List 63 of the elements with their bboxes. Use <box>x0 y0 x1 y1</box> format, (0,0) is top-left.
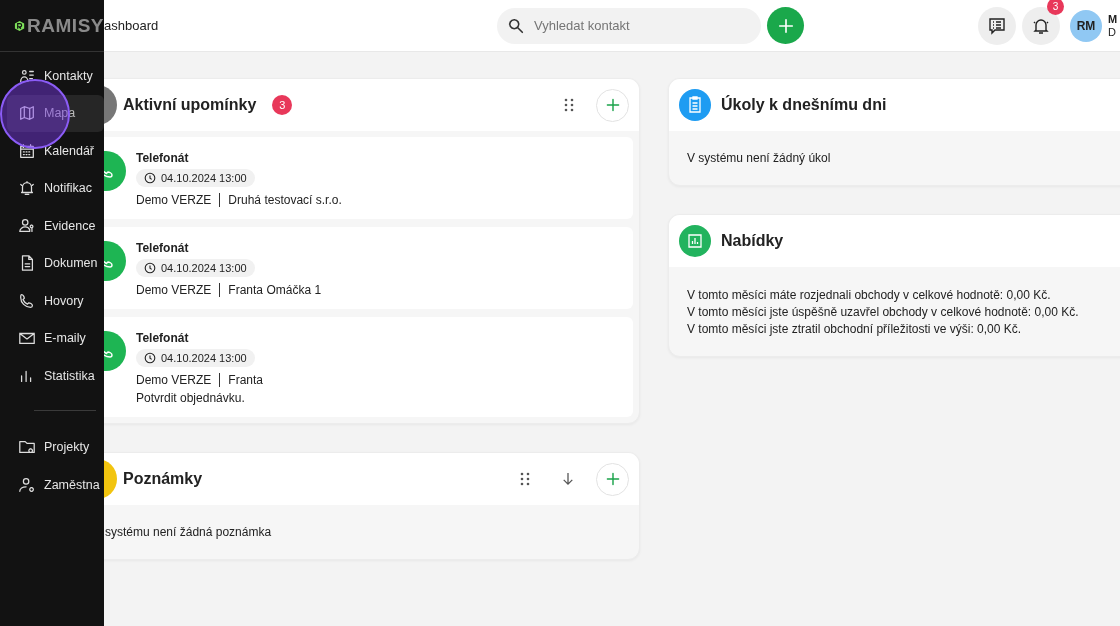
person-icon <box>18 216 36 235</box>
reminder-title: Telefonát <box>136 151 189 165</box>
plus-icon <box>604 97 621 113</box>
clock-icon <box>144 352 156 364</box>
arrow-down-icon[interactable] <box>562 472 574 486</box>
sidebar-item[interactable]: Hovory <box>7 282 104 320</box>
plus-icon <box>604 471 621 487</box>
reminder-title: Telefonát <box>136 241 189 255</box>
card-title: Poznámky <box>123 470 203 488</box>
clock-icon <box>144 172 156 184</box>
contact-name: Druhá testovací s.r.o. <box>228 193 342 207</box>
messages-button[interactable] <box>978 6 1016 45</box>
plus-icon <box>776 16 795 35</box>
calendar-icon <box>18 141 36 160</box>
user-name: M <box>1108 12 1119 26</box>
contact-name: Franta Omáčka 1 <box>228 283 322 297</box>
datetime-text: 04.10.2024 13:00 <box>161 172 247 184</box>
datetime-text: 04.10.2024 13:00 <box>161 352 247 364</box>
sidebar-item[interactable]: Notifikac <box>7 169 104 207</box>
summary-line: V tomto měsíci máte rozjednali obchody v celkové hodnotě: 0,00 Kč. <box>687 288 1052 302</box>
company-name: Demo VERZE <box>136 193 212 207</box>
sidebar-item[interactable]: Dokumen <box>7 244 104 282</box>
empty-message: systému není žádná poznámka <box>105 525 272 539</box>
sidebar-item[interactable]: Kontakty <box>7 57 104 95</box>
card-title: Nabídky <box>721 232 784 250</box>
search-field[interactable]: Vyhledat kontakt <box>497 7 761 44</box>
search-icon <box>507 16 525 35</box>
reminder-item[interactable]: Telefonát 04.10.2024 13:00 Demo VERZE Franta Potvrdit objednávku. <box>104 317 633 417</box>
drag-handle-icon[interactable] <box>520 472 530 486</box>
card-title: Aktivní upomínky <box>123 96 257 114</box>
count-badge: 3 <box>272 95 293 115</box>
company-name: Demo VERZE <box>136 373 212 387</box>
reminder-note: Potvrdit objednávku. <box>136 391 245 405</box>
drag-handle-icon[interactable] <box>564 98 574 112</box>
phone-icon <box>18 291 36 310</box>
chart-icon <box>679 225 711 257</box>
reminder-item[interactable]: Telefonát 04.10.2024 13:00 Demo VERZE Druhá testovací s.r.o. <box>104 137 633 219</box>
reminder-item[interactable]: Telefonát 04.10.2024 13:00 Demo VERZE Franta Omáčka 1 <box>104 227 633 309</box>
add-button[interactable] <box>767 7 804 44</box>
card-title: Úkoly k dnešnímu dni <box>721 96 887 114</box>
person-icon <box>18 475 36 494</box>
summary-line: V tomto měsíci jste úspěšně uzavřel obchody v celkové hodnotě: 0,00 Kč. <box>687 305 1080 319</box>
company-name: Demo VERZE <box>136 283 212 297</box>
datetime-text: 04.10.2024 13:00 <box>161 262 247 274</box>
user-subtitle: D <box>1108 25 1117 39</box>
breadcrumb: ashboard <box>104 18 160 33</box>
summary-line: V tomto měsíci jste ztratil obchodní příležitosti ve výši: 0,00 Kč. <box>687 322 1023 336</box>
clipboard-icon <box>679 89 711 121</box>
map-icon <box>18 104 36 123</box>
sidebar-item[interactable]: Kalendář <box>7 132 104 170</box>
sidebar-item[interactable]: Statistika <box>7 357 104 395</box>
empty-message: V systému není žádný úkol <box>687 151 831 165</box>
clock-icon <box>144 262 156 274</box>
avatar[interactable]: RM <box>1070 9 1102 42</box>
message-list-icon <box>987 15 1007 36</box>
sidebar-item[interactable]: Projekty <box>7 428 104 466</box>
notification-count: 3 <box>1047 0 1064 15</box>
logo-text: RAMISY <box>27 14 104 37</box>
sidebar-item[interactable]: Zaměstna <box>7 466 104 504</box>
contact-name: Franta <box>228 373 264 387</box>
sidebar-item[interactable]: E-maily <box>7 319 104 357</box>
sidebar-item[interactable]: Evidence <box>7 207 104 245</box>
reminder-title: Telefonát <box>136 331 189 345</box>
